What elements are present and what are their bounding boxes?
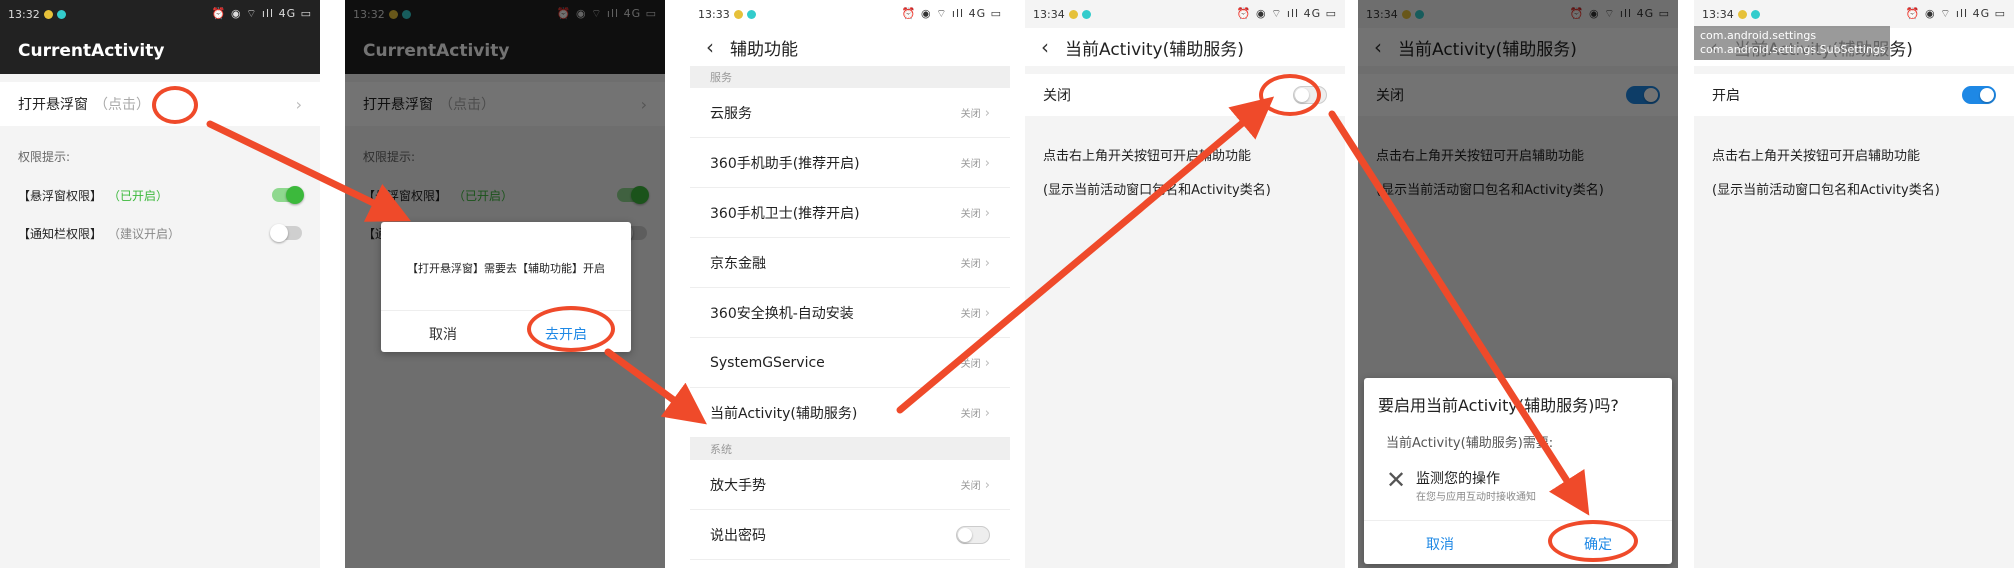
list-item[interactable]: 360手机卫士(推荐开启) 关闭: [690, 188, 1010, 238]
app-icon: [56, 9, 66, 19]
screen-enable-confirm: 13:34 ⏰ ◉ ⌔ ıll 4G ▭ ‹ 当前Activity(辅助服务) …: [1358, 0, 1678, 568]
item-label: 360手机卫士(推荐开启): [710, 205, 860, 222]
app-icon: [43, 9, 53, 19]
app-icon: [1737, 9, 1747, 19]
item-label: 360手机助手(推荐开启): [710, 155, 860, 172]
status-icons: ⏰ ◉ ⌔ ıll 4G ▭: [211, 7, 312, 20]
desc-line-2: (显示当前活动窗口包名和Activity类名): [1712, 182, 1940, 198]
status-icons: ⏰ ◉ ⌔ ıll 4G ▭: [1236, 7, 1337, 20]
status-time: 13:32: [8, 7, 40, 21]
status-time: 13:33: [698, 7, 730, 21]
list-item-magnify[interactable]: 放大手势 关闭: [690, 460, 1010, 510]
screen-current-activity: 13:32 ⏰ ◉ ⌔ ıll 4G ▭ CurrentActivity 打开悬…: [0, 0, 320, 568]
status-bar: 13:33 ⏰ ◉ ⌔ ıll 4G ▭: [690, 0, 1010, 28]
item-label: 云服务: [710, 105, 752, 122]
item-status: 关闭: [961, 305, 990, 321]
app-icon: [1068, 9, 1078, 19]
desc-line-1: 点击右上角开关按钮可开启辅助功能: [1043, 148, 1252, 164]
status-icons: ⏰ ◉ ⌔ ıll 4G ▭: [1905, 7, 2006, 20]
notify-perm-toggle[interactable]: [270, 224, 302, 242]
overlay-package: com.android.settings: [1700, 29, 1817, 42]
back-icon[interactable]: ‹: [706, 35, 714, 59]
screen-dialog-float: 13:32 ⏰ ◉ ⌔ ıll 4G ▭ CurrentActivity 打开悬…: [345, 0, 665, 568]
speak-password-toggle[interactable]: [956, 525, 990, 544]
list-item[interactable]: 360手机助手(推荐开启) 关闭: [690, 138, 1010, 188]
desc-line-1: 点击右上角开关按钮可开启辅助功能: [1712, 148, 1921, 164]
screen-service-enabled: 13:34 ⏰ ◉ ⌔ ıll 4G ▭ ‹ 当前Activity(辅助服务) …: [1694, 0, 2014, 568]
section-service: 服务: [690, 66, 1010, 88]
cancel-button[interactable]: 取消: [429, 324, 457, 344]
item-status: 关闭: [961, 255, 990, 271]
app-icon: [733, 9, 743, 19]
float-perm-toggle[interactable]: [272, 186, 304, 204]
switch-label: 关闭: [1043, 88, 1071, 104]
cancel-button[interactable]: 取消: [1426, 534, 1454, 554]
app-icon: [1081, 9, 1091, 19]
float-perm-row[interactable]: 【悬浮窗权限】 （已开启）: [0, 182, 320, 208]
item-label: 360安全换机-自动安装: [710, 305, 854, 322]
status-bar: 13:32 ⏰ ◉ ⌔ ıll 4G ▭: [0, 0, 320, 28]
monitor-label: 监测您的操作: [1416, 471, 1500, 487]
chevron-right-icon: ›: [295, 94, 302, 114]
service-toggle[interactable]: [1962, 86, 1996, 104]
highlight-circle: [1548, 520, 1638, 562]
page-title: 当前Activity(辅助服务): [1065, 39, 1244, 60]
status-bar: 13:34 ⏰ ◉ ⌔ ıll 4G ▭: [1025, 0, 1345, 28]
app-icon: [1750, 9, 1760, 19]
open-float-hint: （点击）: [94, 97, 150, 113]
item-label: 说出密码: [710, 527, 766, 544]
notify-perm-row[interactable]: 【通知栏权限】 （建议开启）: [0, 220, 320, 246]
app-title: CurrentActivity: [0, 28, 320, 74]
item-status: 关闭: [961, 477, 990, 493]
item-label: 放大手势: [710, 477, 766, 494]
page-title: 辅助功能: [730, 39, 798, 60]
notify-perm-status: （建议开启）: [108, 226, 181, 241]
screen-accessibility: 13:33 ⏰ ◉ ⌔ ıll 4G ▭ ‹ 辅助功能 服务 云服务关闭 360…: [690, 0, 1010, 568]
notify-perm-label: 【通知栏权限】: [18, 226, 103, 241]
float-perm-label: 【悬浮窗权限】: [18, 188, 103, 203]
dialog-message: 【打开悬浮窗】需要去【辅助功能】开启: [407, 262, 605, 275]
app-icon: [746, 9, 756, 19]
monitor-sub: 在您与应用互动时接收通知: [1416, 492, 1536, 503]
list-item[interactable]: SystemGService 关闭: [690, 338, 1010, 388]
overlay-activity: com.android.settings.SubSettings: [1700, 43, 1886, 56]
list-item[interactable]: 云服务 关闭: [690, 88, 1010, 138]
status-bar: 13:34 ⏰ ◉ ⌔ ıll 4G ▭: [1694, 0, 2014, 28]
floating-activity-overlay: com.android.settings com.android.setting…: [1694, 26, 1890, 60]
section-system: 系统: [690, 438, 1010, 460]
item-status: 关闭: [961, 405, 990, 421]
list-item[interactable]: 京东金融 关闭: [690, 238, 1010, 288]
item-status: 关闭: [961, 155, 990, 171]
list-item-current-activity[interactable]: 当前Activity(辅助服务) 关闭: [690, 388, 1010, 438]
item-label: 京东金融: [710, 255, 766, 272]
list-item[interactable]: 360安全换机-自动安装 关闭: [690, 288, 1010, 338]
list-item-speak-password[interactable]: 说出密码: [690, 510, 1010, 560]
divider: [1364, 520, 1672, 521]
item-status: 关闭: [961, 355, 990, 371]
status-time: 13:34: [1702, 7, 1734, 21]
float-perm-status: （已开启）: [108, 188, 169, 203]
highlight-circle: [152, 86, 198, 124]
status-icons: ⏰ ◉ ⌔ ıll 4G ▭: [901, 7, 1002, 20]
switch-label: 开启: [1712, 88, 1740, 104]
highlight-circle: [1259, 74, 1321, 116]
highlight-circle: [527, 306, 615, 352]
status-time: 13:34: [1033, 7, 1065, 21]
open-float-label: 打开悬浮窗: [18, 97, 88, 113]
item-status: 关闭: [961, 205, 990, 221]
item-status: 关闭: [961, 105, 990, 121]
back-icon[interactable]: ‹: [1041, 35, 1049, 59]
dialog-needs: 当前Activity(辅助服务)需要:: [1386, 436, 1554, 451]
item-label: 当前Activity(辅助服务): [710, 405, 858, 422]
item-label: SystemGService: [710, 354, 825, 371]
close-icon: ✕: [1386, 466, 1407, 494]
perm-header: 权限提示:: [18, 149, 71, 164]
nav-bar: ‹ 辅助功能: [690, 28, 1010, 66]
service-switch-row[interactable]: 开启: [1694, 74, 2014, 116]
desc-line-2: (显示当前活动窗口包名和Activity类名): [1043, 182, 1271, 198]
nav-bar: ‹ 当前Activity(辅助服务): [1025, 28, 1345, 66]
dialog-title: 要启用当前Activity(辅助服务)吗?: [1378, 396, 1619, 415]
screen-service-detail: 13:34 ⏰ ◉ ⌔ ıll 4G ▭ ‹ 当前Activity(辅助服务) …: [1025, 0, 1345, 568]
